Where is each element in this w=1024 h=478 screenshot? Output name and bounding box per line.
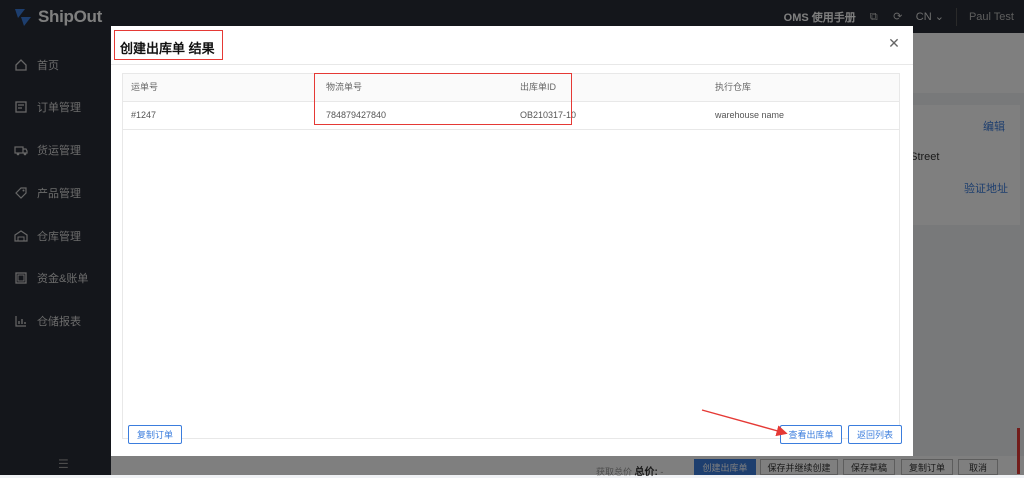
result-table: 运单号 物流单号 出库单ID 执行仓库 #1247 784879427840 O…: [122, 73, 900, 439]
create-outbound-result-modal: 创建出库单 结果 ✕ 运单号 物流单号 出库单ID 执行仓库 #1247 784…: [111, 26, 913, 456]
copy-order-button[interactable]: 复制订单: [128, 425, 182, 444]
cell-waybill: #1247: [131, 110, 157, 120]
modal-footer: 复制订单 查看出库单 返回列表: [122, 416, 902, 446]
columns-highlight-box: [314, 73, 572, 125]
cell-warehouse: warehouse name: [715, 110, 785, 120]
close-icon[interactable]: ✕: [887, 36, 901, 50]
title-highlight-box: [114, 30, 223, 60]
modal-divider: [111, 64, 913, 65]
column-header-waybill: 运单号: [131, 82, 159, 92]
back-to-list-button[interactable]: 返回列表: [848, 425, 902, 444]
column-header-warehouse: 执行仓库: [715, 82, 752, 92]
view-outbound-button[interactable]: 查看出库单: [780, 425, 842, 444]
